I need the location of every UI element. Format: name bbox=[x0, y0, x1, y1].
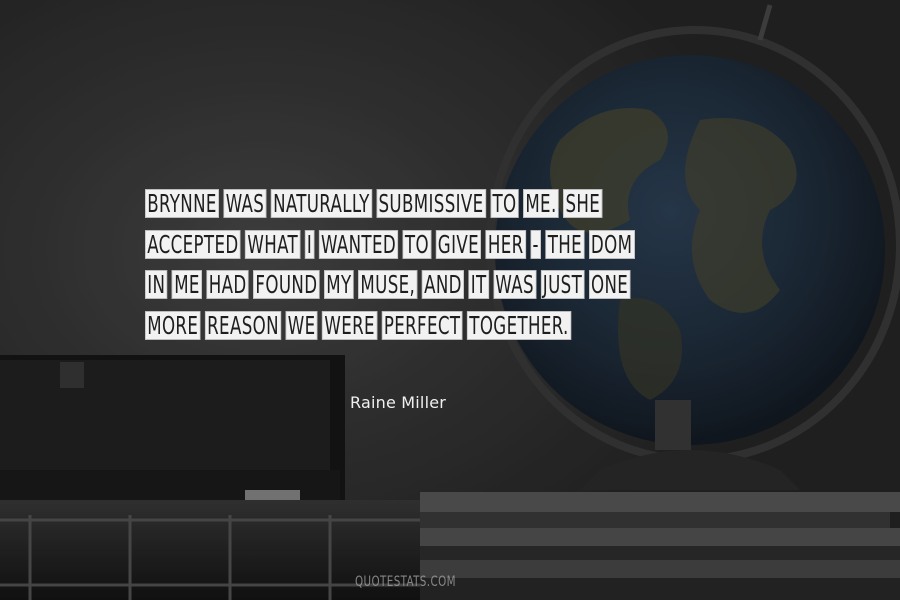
quote-word: FOUND bbox=[253, 270, 320, 299]
quote-word: HER bbox=[485, 229, 526, 259]
quote-word: TO bbox=[402, 229, 432, 259]
quote-word: WE bbox=[285, 310, 318, 340]
site-watermark: QUOTESTATS.COM bbox=[355, 574, 456, 590]
quote-word: WHAT bbox=[245, 229, 301, 259]
quote-line-3: IN ME HAD FOUND MY MUSE, AND IT WAS JUST ONE bbox=[145, 265, 631, 306]
quote-word: HAD bbox=[206, 270, 249, 299]
quote-word: TO bbox=[490, 189, 519, 218]
quote-image: BRYNNE WAS NATURALLY SUBMISSIVE TO ME. SHE ACC… bbox=[0, 0, 900, 600]
quote-word: ACCEPTED bbox=[145, 229, 241, 259]
quote-word: JUST bbox=[540, 270, 585, 299]
quote-author: Raine Miller bbox=[350, 393, 447, 412]
quote-word: IT bbox=[468, 270, 489, 299]
quote-word: GIVE bbox=[435, 229, 482, 259]
quote-word: WANTED bbox=[318, 229, 399, 259]
quote-line-2: ACCEPTED WHAT I WANTED TO GIVE HER - THE DOM bbox=[145, 225, 635, 266]
quote-word: MY bbox=[324, 270, 354, 299]
quote-word: THE bbox=[545, 229, 585, 259]
quote-word: ME. bbox=[523, 189, 559, 218]
quote-word: REASON bbox=[204, 310, 282, 340]
quote-word: NATURALLY bbox=[270, 189, 372, 218]
quote-word: ONE bbox=[588, 270, 631, 299]
quote-word: SHE bbox=[563, 189, 603, 218]
quote-word: MUSE, bbox=[358, 270, 418, 299]
quote-word: - bbox=[530, 229, 542, 259]
quote-word: I bbox=[304, 229, 315, 259]
quote-word: AND bbox=[421, 270, 465, 299]
quote-word: WERE bbox=[322, 310, 378, 340]
quote-word: MORE bbox=[145, 310, 201, 340]
quote-line-1: BRYNNE WAS NATURALLY SUBMISSIVE TO ME. SHE bbox=[145, 184, 619, 225]
quote-word: ME bbox=[171, 270, 203, 299]
quote-word: DOM bbox=[588, 229, 635, 259]
quote-word: WAS bbox=[493, 270, 537, 299]
quote-word: TOGETHER. bbox=[467, 310, 571, 340]
quote-line-4: MORE REASON WE WERE PERFECT TOGETHER. bbox=[145, 306, 619, 347]
quote-word: WAS bbox=[223, 189, 267, 218]
quote-word: SUBMISSIVE bbox=[376, 189, 486, 218]
quote-word: IN bbox=[145, 270, 168, 299]
quote-text: BRYNNE WAS NATURALLY SUBMISSIVE TO ME. SHE ACC… bbox=[145, 184, 785, 346]
quote-word: BRYNNE bbox=[145, 189, 220, 218]
quote-word: PERFECT bbox=[381, 310, 463, 340]
